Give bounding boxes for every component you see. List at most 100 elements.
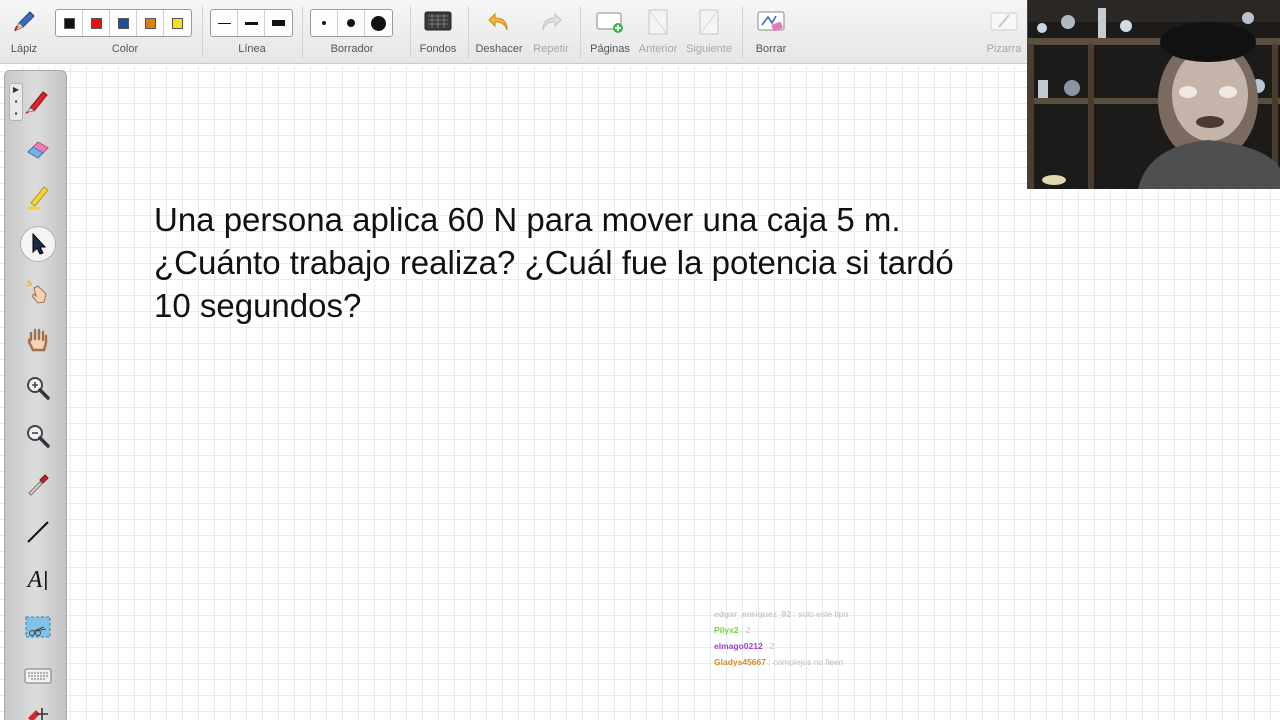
previous-page-button[interactable]: Anterior — [636, 0, 680, 64]
chat-username: Pilyx2 — [714, 625, 739, 635]
add-page-icon — [595, 7, 625, 37]
backgrounds-label: Fondos — [419, 43, 457, 55]
chat-message: edgar_enriquez_92 : solo este tipo — [714, 609, 849, 619]
chat-username: edgar_enriquez_92 — [714, 609, 792, 619]
backgrounds-icon — [423, 7, 453, 37]
next-page-label: Siguiente — [686, 43, 732, 55]
chat-overlay: edgar_enriquez_92 : solo este tipo Pilyx… — [714, 606, 954, 670]
line-label: Línea — [238, 43, 266, 55]
capture-tool[interactable] — [21, 611, 55, 645]
pencil-label: Lápiz — [10, 43, 38, 55]
chat-message: Pilyx2 : 2 — [714, 625, 751, 635]
zoom-out-tool[interactable] — [21, 419, 55, 453]
line-thin-button[interactable] — [211, 10, 238, 36]
clear-button[interactable]: Borrar — [748, 0, 794, 64]
webcam-frame — [1028, 0, 1280, 189]
toolbar-divider — [302, 6, 303, 58]
toolbar-divider — [580, 6, 581, 58]
problem-line-2: ¿Cuánto trabajo realiza? ¿Cuál fue la po… — [154, 244, 954, 281]
color-black-swatch[interactable] — [56, 10, 83, 36]
eraser-size-picker — [310, 9, 393, 37]
undo-icon — [484, 7, 514, 37]
screen-capture-icon — [25, 616, 51, 638]
pencil-icon — [9, 7, 39, 37]
next-page-icon — [694, 7, 724, 37]
color-blue-swatch[interactable] — [110, 10, 137, 36]
eraser-large-button[interactable] — [365, 10, 392, 36]
chat-text: complejos no lleen — [773, 657, 844, 667]
text-tool[interactable]: A | — [21, 563, 55, 597]
pencil-button[interactable]: Lápiz — [0, 0, 48, 64]
backgrounds-button[interactable]: Fondos — [414, 0, 462, 64]
toolbar-divider — [202, 6, 203, 58]
color-orange-swatch[interactable] — [137, 10, 164, 36]
chat-username: elmago0212 — [714, 641, 763, 651]
eyedropper-icon — [28, 474, 49, 496]
undo-button[interactable]: Deshacer — [472, 0, 526, 64]
hand-icon — [27, 328, 48, 352]
line-group: Línea — [210, 0, 294, 64]
zoom-out-icon — [27, 425, 50, 448]
arrow-cursor-icon — [32, 232, 47, 255]
eraser-label: Borrador — [330, 43, 374, 55]
problem-line-1: Una persona aplica 60 N para mover una c… — [154, 201, 901, 238]
highlighter-icon — [27, 186, 49, 210]
redo-icon — [536, 7, 566, 37]
more-tool[interactable] — [21, 699, 55, 720]
previous-page-label: Anterior — [638, 43, 678, 55]
tool-palette: ▶ ▪ ▪ A | — [4, 70, 67, 720]
chat-text: solo este tipo — [798, 609, 849, 619]
color-group: Color — [55, 0, 195, 64]
eraser-icon — [27, 141, 49, 159]
pen-tool[interactable] — [21, 83, 55, 117]
next-page-button[interactable]: Siguiente — [682, 0, 736, 64]
line-tool[interactable] — [21, 515, 55, 549]
toolbar-divider — [468, 6, 469, 58]
highlighter-tool[interactable] — [21, 179, 55, 213]
chat-text: 2 — [745, 625, 751, 635]
previous-page-icon — [643, 7, 673, 37]
board-label: Pizarra — [986, 43, 1022, 55]
color-yellow-swatch[interactable] — [164, 10, 191, 36]
redo-button[interactable]: Repetir — [526, 0, 576, 64]
pen-icon — [25, 91, 48, 114]
eraser-small-button[interactable] — [311, 10, 338, 36]
more-icon — [28, 708, 48, 720]
text-icon: A — [27, 566, 43, 593]
pages-button[interactable]: Páginas — [584, 0, 636, 64]
redo-label: Repetir — [533, 43, 569, 55]
eraser-tool[interactable] — [21, 131, 55, 165]
select-tool[interactable] — [21, 227, 55, 261]
eraser-medium-button[interactable] — [338, 10, 365, 36]
eyedropper-tool[interactable] — [21, 467, 55, 501]
problem-line-3: 10 segundos? — [154, 287, 362, 324]
keyboard-tool[interactable] — [21, 659, 55, 693]
webcam-video — [1027, 0, 1280, 189]
clear-board-icon — [756, 7, 786, 37]
chat-message: elmago0212 : 2 — [714, 641, 775, 651]
chat-username: Gladys45667 — [714, 657, 766, 667]
toolbar-divider — [410, 6, 411, 58]
clear-label: Borrar — [755, 43, 787, 55]
eraser-group: Borrador — [310, 0, 394, 64]
pointer-tool[interactable] — [21, 275, 55, 309]
line-medium-button[interactable] — [238, 10, 265, 36]
color-label: Color — [111, 43, 139, 55]
board-button[interactable]: Pizarra — [982, 0, 1026, 64]
pages-label: Páginas — [590, 43, 630, 55]
pointing-hand-icon — [25, 279, 47, 304]
toolbar-divider — [742, 6, 743, 58]
color-red-swatch[interactable] — [83, 10, 110, 36]
keyboard-icon — [24, 668, 52, 684]
problem-text: Una persona aplica 60 N para mover una c… — [154, 198, 1114, 327]
pan-tool[interactable] — [21, 323, 55, 357]
zoom-in-tool[interactable] — [21, 371, 55, 405]
line-icon — [27, 521, 49, 543]
line-thick-button[interactable] — [265, 10, 292, 36]
board-icon — [989, 7, 1019, 37]
undo-label: Deshacer — [475, 43, 523, 55]
color-picker — [55, 9, 192, 37]
line-width-picker — [210, 9, 293, 37]
zoom-in-icon — [27, 377, 50, 400]
chat-message: Gladys45667 : complejos no lleen — [714, 657, 844, 667]
